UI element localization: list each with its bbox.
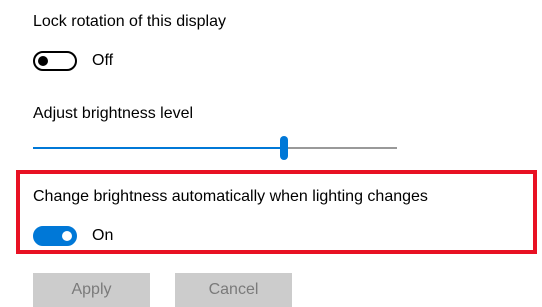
auto-brightness-label: Change brightness automatically when lig… xyxy=(33,188,428,205)
brightness-slider[interactable] xyxy=(33,136,397,160)
lock-rotation-toggle-row: Off xyxy=(33,51,113,71)
cancel-button[interactable]: Cancel xyxy=(175,273,292,307)
lock-rotation-toggle[interactable] xyxy=(33,51,77,71)
slider-track-empty xyxy=(284,147,397,149)
apply-button[interactable]: Apply xyxy=(33,273,150,307)
lock-rotation-label: Lock rotation of this display xyxy=(33,13,226,30)
auto-brightness-state: On xyxy=(92,227,114,244)
auto-brightness-toggle-row: On xyxy=(33,226,113,246)
display-settings-panel: Lock rotation of this display Off Adjust… xyxy=(0,0,542,307)
auto-brightness-toggle[interactable] xyxy=(33,226,77,246)
brightness-label: Adjust brightness level xyxy=(33,105,194,122)
toggle-knob xyxy=(62,231,72,241)
slider-thumb[interactable] xyxy=(280,136,288,160)
slider-track-filled xyxy=(33,147,284,149)
toggle-knob xyxy=(38,56,48,66)
lock-rotation-state: Off xyxy=(92,52,114,69)
